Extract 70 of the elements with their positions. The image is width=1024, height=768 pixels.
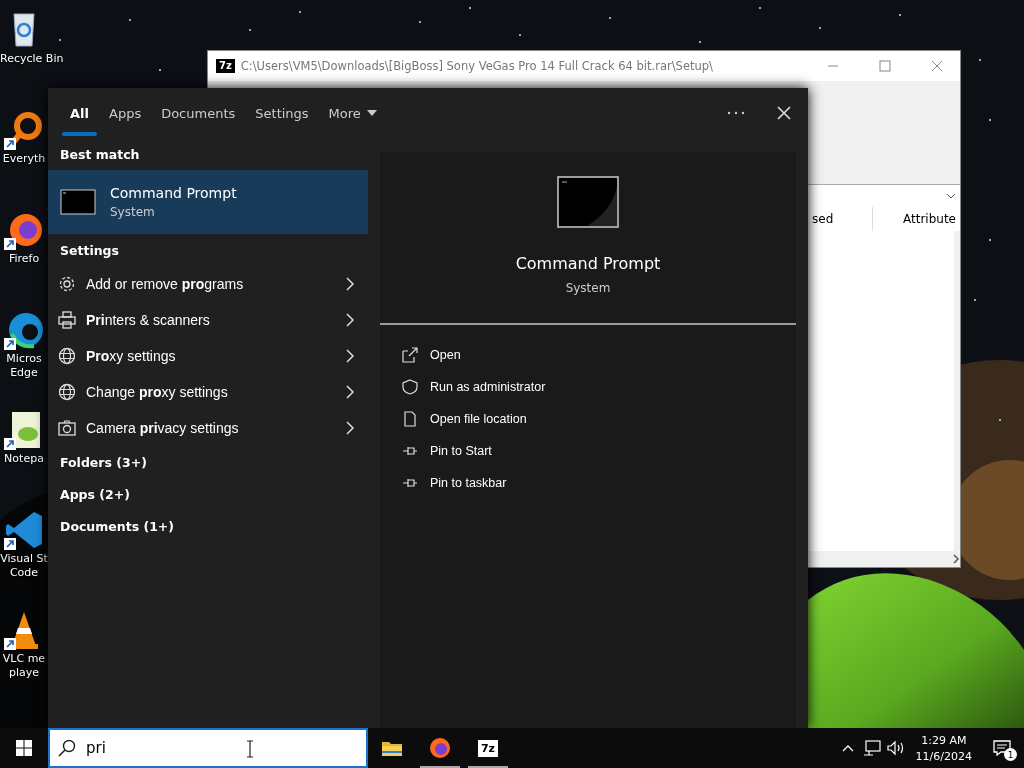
chevron-up-icon[interactable] [841, 744, 854, 752]
result-item[interactable]: Command Prompt System [48, 170, 368, 234]
section-heading: Best match [59, 145, 141, 164]
open-icon [402, 347, 418, 363]
chevron-right-icon [346, 421, 354, 435]
chevron-right-icon [346, 313, 354, 327]
chevron-down-icon [946, 193, 956, 199]
settings-icon [58, 275, 76, 293]
action-item[interactable]: Run as administrator [380, 371, 796, 403]
action-item[interactable]: Open file location [380, 403, 796, 435]
icon-label: Everyth [1, 152, 47, 166]
settings-result[interactable]: Change proxy settings [48, 374, 368, 410]
preview-subtitle: System [565, 281, 611, 295]
filter-tab[interactable]: Documents [151, 88, 246, 138]
filter-tab[interactable]: Settings [245, 88, 319, 138]
app-icon[interactable]: 7z [477, 739, 499, 757]
icon-label: Visual St [0, 552, 48, 566]
text-cursor-icon [246, 740, 254, 758]
caret-down-icon [366, 110, 377, 116]
icon-label: Recycle Bin [0, 52, 64, 66]
settings-result[interactable]: Add or remove programs [48, 266, 368, 302]
windows-logo-icon[interactable] [16, 740, 32, 756]
chevron-right-icon[interactable] [952, 554, 960, 564]
icon-label: Firefo [7, 252, 41, 266]
terminal-icon [557, 176, 619, 228]
globe-icon [58, 347, 76, 365]
search-icon [58, 739, 76, 757]
icon-label: Micros [5, 352, 43, 366]
printer-icon [58, 311, 76, 329]
document-icon [402, 411, 418, 427]
category-heading[interactable]: Apps (2+) [48, 478, 368, 510]
network-icon[interactable] [862, 740, 881, 756]
chevron-right-icon [346, 277, 354, 291]
clock-time[interactable]: 1:29 AM [921, 733, 967, 747]
camera-icon [58, 419, 76, 437]
shield-icon [402, 379, 418, 395]
chevron-right-icon [346, 349, 354, 363]
globe-icon [58, 383, 76, 401]
filter-tab[interactable]: All [60, 88, 99, 138]
search-field[interactable]: pri [48, 728, 368, 768]
section-heading: Settings [59, 241, 120, 260]
result-subtitle: System [110, 205, 156, 219]
action-item[interactable]: Pin to Start [380, 435, 796, 467]
chevron-right-icon [346, 385, 354, 399]
window-title: C:\Users\VM5\Downloads\[BigBoss] Sony VeGas Pro 14 Full Crack 64 bit.rar\Setup\ [240, 59, 714, 73]
action-item[interactable]: Open [380, 339, 796, 371]
icon-label: Notepa [3, 452, 45, 466]
category-heading[interactable]: Documents (1+) [48, 510, 368, 542]
column-header[interactable]: Attribute [873, 207, 960, 231]
settings-result[interactable]: Camera privacy settings [48, 410, 368, 446]
category-heading[interactable]: Folders (3+) [48, 446, 368, 478]
icon-label: Edge [9, 366, 39, 380]
icon-label: playe [7, 666, 41, 680]
result-title: Command Prompt [110, 185, 237, 201]
app-logo: 7z [216, 59, 235, 73]
filter-tab[interactable]: Apps [99, 88, 152, 138]
terminal-icon [60, 189, 96, 215]
firefox-icon[interactable] [429, 737, 451, 759]
notification-icon[interactable] [993, 740, 1011, 756]
preview-title: Command Prompt [515, 254, 661, 273]
notification-count: 1 [1004, 748, 1017, 761]
filter-tab[interactable]: More [318, 88, 387, 138]
more-options-icon[interactable] [727, 111, 745, 115]
settings-result[interactable]: Printers & scanners [48, 302, 368, 338]
settings-result[interactable]: Proxy settings [48, 338, 368, 374]
icon-label: VLC me [1, 652, 47, 666]
icon-label: Code [8, 566, 40, 580]
volume-icon[interactable] [886, 740, 905, 756]
action-item[interactable]: Pin to taskbar [380, 467, 796, 499]
clock-date[interactable]: 11/6/2024 [915, 749, 972, 763]
